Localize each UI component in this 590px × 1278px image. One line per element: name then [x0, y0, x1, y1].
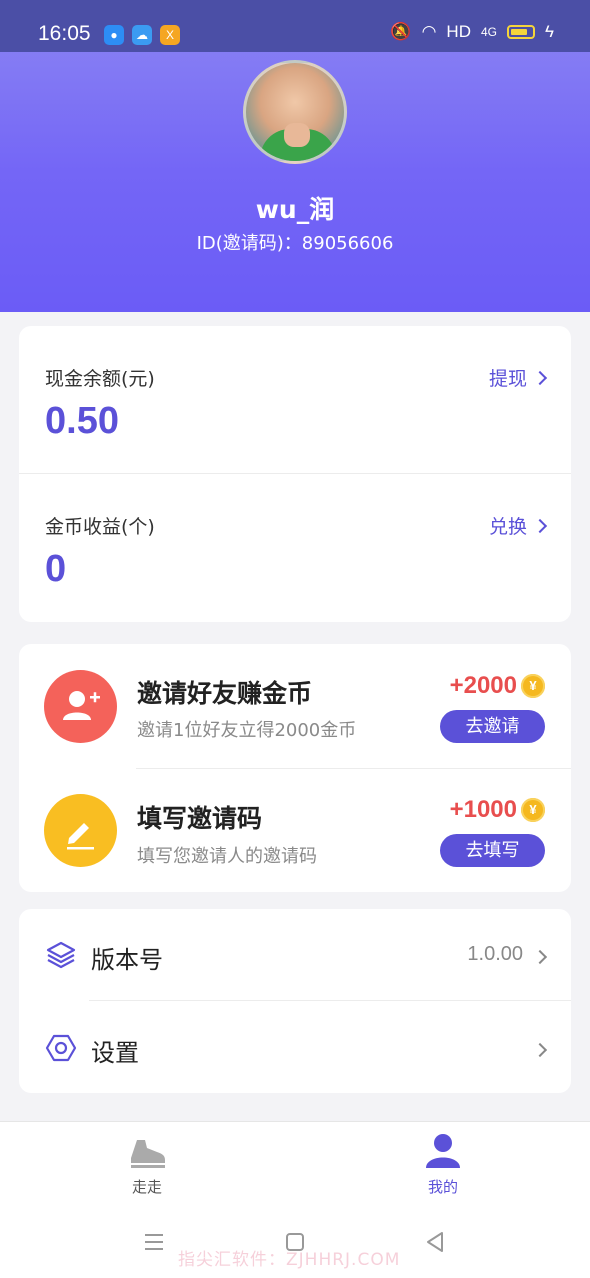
tab-walk-label: 走走 — [131, 1178, 162, 1196]
tasks-card: 邀请好友赚金币 邀请1位好友立得2000金币 +2000 ¥ 去邀请 填写邀请码… — [19, 644, 571, 892]
layers-icon — [46, 941, 76, 969]
avatar[interactable] — [243, 60, 347, 164]
fill-code-button[interactable]: 去填写 — [440, 834, 545, 867]
balance-divider — [19, 473, 571, 474]
charging-icon: ϟ — [545, 22, 554, 41]
chevron-right-icon — [532, 518, 548, 533]
exchange-link[interactable]: 兑换 — [488, 512, 548, 539]
tab-walk[interactable]: 走走 — [87, 1132, 207, 1197]
coin-earnings-value: 0 — [45, 548, 67, 590]
status-indicators: 🔕 ◠ HD 4G ϟ — [390, 22, 554, 42]
settings-hexagon-icon — [45, 1034, 77, 1062]
app-notification-icon: ● — [104, 25, 124, 45]
coin-icon: ¥ — [521, 798, 545, 822]
cloud-app-icon: ☁ — [132, 25, 152, 45]
settings-label: 设置 — [91, 1039, 139, 1067]
task-reward: +2000 ¥ — [450, 672, 545, 700]
signal-type: 4G — [480, 25, 497, 39]
tab-mine[interactable]: 我的 — [383, 1132, 503, 1197]
exchange-label: 兑换 — [488, 516, 527, 538]
invite-button[interactable]: 去邀请 — [440, 710, 545, 743]
app-badge-icon: X — [160, 25, 180, 45]
withdraw-link[interactable]: 提现 — [488, 364, 548, 391]
pencil-icon — [44, 794, 117, 867]
version-label: 版本号 — [91, 946, 163, 974]
reward-amount: +2000 — [449, 672, 517, 699]
menu-card: 版本号 1.0.00 设置 — [19, 909, 571, 1093]
wifi-icon: ◠ — [421, 22, 437, 41]
username: wu_润 — [255, 195, 335, 224]
chevron-right-icon — [532, 370, 548, 385]
cash-balance-value: 0.50 — [45, 400, 119, 442]
task-title: 邀请好友赚金币 — [137, 679, 313, 708]
user-icon — [426, 1134, 460, 1168]
menu-divider — [89, 1000, 571, 1001]
task-reward: +1000 ¥ — [450, 796, 545, 824]
mute-icon: 🔕 — [390, 22, 412, 41]
reward-amount: +1000 — [449, 796, 517, 823]
back-triangle-icon[interactable] — [423, 1230, 447, 1254]
task-divider — [136, 768, 571, 769]
version-value: 1.0.00 — [467, 943, 523, 965]
chevron-right-icon — [532, 947, 548, 966]
balance-card: 现金余额(元) 提现 0.50 金币收益(个) 兑换 0 — [19, 326, 571, 622]
status-bar: 16:05 ● ☁ X 🔕 ◠ HD 4G ϟ — [0, 0, 590, 52]
network-type: HD — [446, 22, 471, 41]
menu-icon[interactable] — [142, 1230, 166, 1254]
shoe-icon — [131, 1140, 165, 1168]
watermark: 指尖汇软件：ZJHHRJ.COM — [178, 1250, 401, 1270]
status-time: 16:05 — [38, 22, 91, 45]
task-desc: 填写您邀请人的邀请码 — [137, 846, 317, 867]
task-title: 填写邀请码 — [137, 804, 263, 833]
cash-balance-label: 现金余额(元) — [45, 368, 155, 390]
add-user-icon — [44, 670, 117, 743]
withdraw-label: 提现 — [488, 368, 527, 390]
avatar-fist — [284, 123, 310, 147]
task-desc: 邀请1位好友立得2000金币 — [137, 720, 357, 741]
tab-mine-label: 我的 — [427, 1178, 458, 1196]
chevron-right-icon — [532, 1040, 548, 1059]
battery-icon — [507, 25, 535, 39]
user-id: ID(邀请码)：89056606 — [196, 233, 394, 254]
coin-earnings-label: 金币收益(个) — [45, 516, 155, 538]
coin-icon: ¥ — [521, 674, 545, 698]
